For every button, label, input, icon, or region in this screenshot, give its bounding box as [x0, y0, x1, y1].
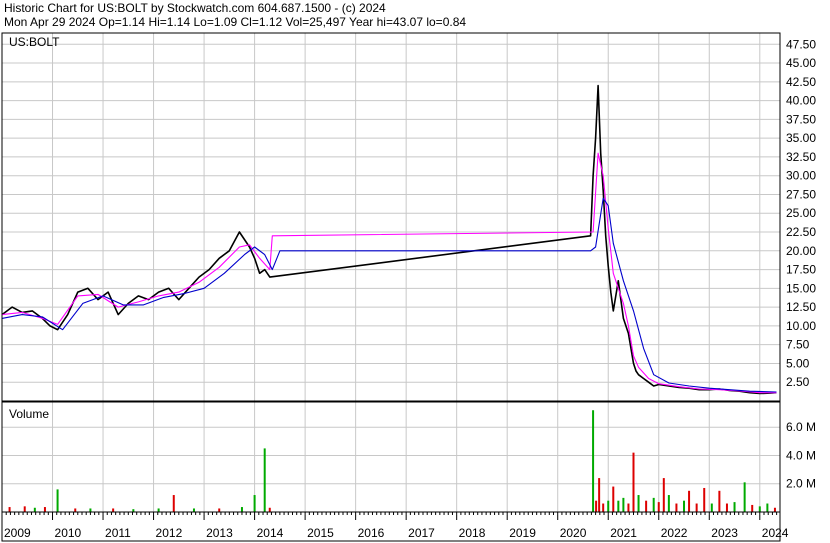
- volume-bar: [598, 478, 601, 512]
- volume-bar: [74, 508, 77, 512]
- volume-bar: [632, 452, 635, 512]
- volume-bar: [607, 500, 610, 512]
- price-tick-label: 17.50: [786, 263, 816, 277]
- volume-bar: [23, 506, 26, 512]
- volume-bar: [667, 495, 670, 512]
- price-tick-label: 15.00: [786, 281, 816, 295]
- volume-bar: [89, 508, 92, 512]
- x-tick-label: 2012: [156, 526, 183, 540]
- price-tick-label: 20.00: [786, 244, 816, 258]
- volume-bar: [703, 487, 706, 512]
- price-tick-label: 37.50: [786, 112, 816, 126]
- x-tick-label: 2020: [560, 526, 587, 540]
- x-tick-label: 2024: [762, 526, 789, 540]
- x-tick-label: 2009: [4, 526, 31, 540]
- price-tick-label: 12.50: [786, 300, 816, 314]
- volume-bar: [263, 448, 266, 512]
- volume-bar: [662, 478, 665, 512]
- volume-bar: [240, 507, 243, 512]
- volume-bar: [253, 495, 256, 512]
- series-line-price: [1, 84, 777, 395]
- price-tick-label: 40.00: [786, 94, 816, 108]
- volume-bar: [725, 503, 728, 512]
- volume-bar: [157, 508, 160, 512]
- volume-tick-label: 4.0 M: [786, 448, 816, 462]
- price-tick-label: 47.50: [786, 37, 816, 51]
- volume-bar: [743, 482, 746, 512]
- volume-bar: [688, 490, 691, 512]
- series-line-ma_long: [1, 197, 777, 393]
- volume-bar: [627, 503, 630, 512]
- volume-bar: [592, 410, 595, 512]
- volume-bar: [645, 500, 648, 512]
- volume-bar: [43, 507, 46, 512]
- price-tick-label: 25.00: [786, 206, 816, 220]
- volume-bar: [33, 507, 36, 512]
- price-tick-label: 7.50: [786, 338, 810, 352]
- volume-bar: [268, 507, 271, 512]
- stock-chart-svg: 2.50 5.00 7.50 10.00 12.50 15.00 17.50 20.00 22.…: [1, 32, 816, 542]
- x-tick-label: 2017: [408, 526, 435, 540]
- volume-panel-label: Volume: [9, 407, 49, 421]
- volume-bar: [733, 502, 736, 512]
- volume-bar: [657, 502, 660, 512]
- volume-bar: [617, 500, 620, 512]
- volume-bar: [218, 508, 221, 512]
- volume-bar: [773, 507, 776, 512]
- x-tick-label: 2015: [307, 526, 334, 540]
- x-tick-label: 2011: [105, 526, 131, 540]
- volume-bar: [751, 504, 754, 512]
- x-tick-label: 2010: [55, 526, 82, 540]
- price-tick-label: 32.50: [786, 150, 816, 164]
- x-tick-label: 2021: [610, 526, 637, 540]
- volume-bar: [56, 489, 59, 512]
- x-tick-label: 2018: [459, 526, 486, 540]
- price-tick-label: 22.50: [786, 225, 816, 239]
- volume-bar: [612, 486, 615, 512]
- volume-bar: [595, 500, 598, 512]
- price-tick-label: 45.00: [786, 56, 816, 70]
- price-tick-label: 35.00: [786, 131, 816, 145]
- volume-bar: [718, 490, 721, 512]
- volume-bar: [172, 495, 175, 512]
- price-tick-label: 30.00: [786, 169, 816, 183]
- price-tick-label: 5.00: [786, 356, 810, 370]
- price-tick-label: 42.50: [786, 75, 816, 89]
- x-tick-label: 2019: [509, 526, 536, 540]
- volume-bar: [683, 500, 686, 512]
- volume-bar: [192, 508, 195, 512]
- price-tick-label: 10.00: [786, 319, 816, 333]
- volume-bar: [112, 508, 115, 512]
- volume-tick-label: 2.0 M: [786, 477, 816, 491]
- volume-bar: [675, 503, 678, 512]
- price-panel-frame: [1, 32, 781, 402]
- volume-bar: [695, 503, 698, 512]
- price-tick-label: 2.50: [786, 375, 810, 389]
- volume-bar: [758, 506, 761, 512]
- volume-bar: [652, 497, 655, 512]
- volume-bar: [8, 507, 11, 512]
- chart-stage: Historic Chart for US:BOLT by Stockwatch…: [0, 0, 830, 543]
- volume-bar: [602, 503, 605, 512]
- x-tick-label: 2022: [661, 526, 688, 540]
- volume-bar: [766, 503, 769, 512]
- price-tick-label: 27.50: [786, 187, 816, 201]
- x-tick-label: 2016: [358, 526, 385, 540]
- price-panel-label: US:BOLT: [9, 35, 60, 49]
- x-tick-label: 2013: [206, 526, 233, 540]
- volume-tick-label: 6.0 M: [786, 420, 816, 434]
- volume-bar: [622, 497, 625, 512]
- x-tick-label: 2014: [257, 526, 284, 540]
- x-tick-label: 2023: [711, 526, 738, 540]
- volume-bar: [710, 503, 713, 512]
- volume-bar: [637, 495, 640, 512]
- series-line-ma_short: [1, 152, 777, 394]
